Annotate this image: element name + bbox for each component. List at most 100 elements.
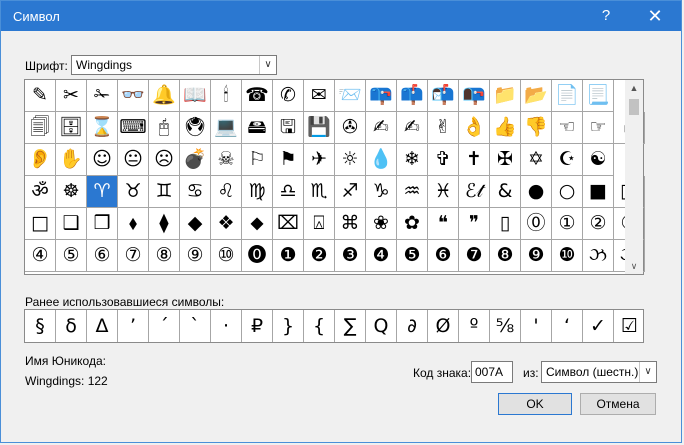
chevron-down-icon[interactable]: ∨ (259, 56, 276, 74)
recent-symbol[interactable]: º (459, 310, 490, 342)
recent-symbol[interactable]: { (304, 310, 335, 342)
symbol-cell[interactable]: 🖲 (180, 112, 211, 144)
symbol-cell[interactable]: ☞ (583, 112, 614, 144)
recent-symbol[interactable]: ∂ (397, 310, 428, 342)
symbol-cell[interactable]: ✎ (25, 80, 56, 112)
symbol-cell[interactable]: 📭 (459, 80, 490, 112)
symbol-cell[interactable]: ✂ (56, 80, 87, 112)
symbol-cell[interactable]: ● (521, 176, 552, 208)
recent-symbol[interactable]: ∑ (335, 310, 366, 342)
symbol-cell[interactable]: ☸ (56, 176, 87, 208)
symbol-cell[interactable]: ♌ (211, 176, 242, 208)
symbol-cell[interactable]: ✠ (490, 144, 521, 176)
symbol-cell[interactable]: ♍ (242, 176, 273, 208)
symbol-cell[interactable]: ④ (25, 240, 56, 272)
recent-symbol[interactable]: } (273, 310, 304, 342)
symbol-cell[interactable]: ☪ (552, 144, 583, 176)
symbol-cell[interactable]: ◆ (180, 208, 211, 240)
symbol-cell[interactable]: ✞ (428, 144, 459, 176)
symbol-cell[interactable]: ♒ (397, 176, 428, 208)
symbol-cell[interactable]: ⚐ (242, 144, 273, 176)
scroll-down-icon[interactable]: ∨ (625, 258, 643, 274)
symbol-cell[interactable]: ⑩ (211, 240, 242, 272)
symbol-cell[interactable]: ❻ (428, 240, 459, 272)
symbol-cell[interactable]: ✡ (521, 144, 552, 176)
symbol-cell[interactable]: ⌨ (118, 112, 149, 144)
symbol-cell[interactable]: & (490, 176, 521, 208)
recent-symbol[interactable]: ✓ (583, 310, 614, 342)
symbol-cell[interactable]: ❼ (459, 240, 490, 272)
symbol-cell[interactable]: 🗐 (25, 112, 56, 144)
symbol-cell[interactable]: 📁 (490, 80, 521, 112)
symbol-cell[interactable]: ♑ (366, 176, 397, 208)
symbol-cell[interactable]: 📪 (366, 80, 397, 112)
symbol-grid[interactable]: ✎✂✁👓🔔📖🕯☎✆✉📨📪📫📬📭📁📂📄📃🗐🗄⌛⌨🖰🖲💻🖴🖫💾✇✍✍✌👌👍👎☜☞☝👂… (24, 79, 645, 275)
symbol-cell[interactable]: 📂 (521, 80, 552, 112)
symbol-cell[interactable]: 💧 (366, 144, 397, 176)
symbol-cell[interactable]: ✍ (366, 112, 397, 144)
symbol-cell[interactable]: ❝ (428, 208, 459, 240)
symbol-cell[interactable]: 🗄 (56, 112, 87, 144)
ok-button[interactable]: OK (498, 393, 572, 415)
symbol-cell[interactable]: ☼ (335, 144, 366, 176)
symbol-cell[interactable]: ⓪ (521, 208, 552, 240)
recent-symbol[interactable]: ' (521, 310, 552, 342)
symbol-cell[interactable]: ❹ (366, 240, 397, 272)
symbol-cell[interactable]: ⑧ (149, 240, 180, 272)
symbol-cell[interactable]: ♏ (304, 176, 335, 208)
symbol-cell[interactable]: ♊ (149, 176, 180, 208)
chevron-down-icon[interactable]: ∨ (639, 362, 656, 382)
symbol-cell[interactable]: 💻 (211, 112, 242, 144)
symbol-cell[interactable]: ❷ (304, 240, 335, 272)
symbol-cell[interactable]: ☺ (87, 144, 118, 176)
symbol-cell[interactable]: ① (552, 208, 583, 240)
recent-symbol[interactable]: δ (56, 310, 87, 342)
symbol-cell[interactable]: ✌ (428, 112, 459, 144)
recent-symbol[interactable]: Δ (87, 310, 118, 342)
symbol-cell[interactable]: 📬 (428, 80, 459, 112)
symbol-cell[interactable]: ❞ (459, 208, 490, 240)
help-button[interactable]: ? (589, 4, 623, 28)
symbol-cell[interactable]: ⑤ (56, 240, 87, 272)
symbol-cell[interactable]: 👓 (118, 80, 149, 112)
symbol-cell[interactable]: ✋ (56, 144, 87, 176)
symbol-cell[interactable]: 💣 (180, 144, 211, 176)
symbol-cell[interactable]: ❾ (521, 240, 552, 272)
recent-symbol[interactable]: ☑ (614, 310, 645, 342)
recent-symbol[interactable]: Ø (428, 310, 459, 342)
symbol-cell[interactable]: ⬥ (242, 208, 273, 240)
symbol-cell[interactable]: 👎 (521, 112, 552, 144)
symbol-cell[interactable]: ☜ (552, 112, 583, 144)
recent-symbol[interactable]: Ԛ (366, 310, 397, 342)
symbol-cell[interactable]: ⍓ (304, 208, 335, 240)
symbol-cell[interactable]: ❿ (552, 240, 583, 272)
symbol-cell[interactable]: ❄ (397, 144, 428, 176)
symbol-cell[interactable]: ♋ (180, 176, 211, 208)
symbol-cell[interactable]: ॐ (25, 176, 56, 208)
symbol-cell[interactable]: ♉ (118, 176, 149, 208)
symbol-cell[interactable]: □ (25, 208, 56, 240)
symbol-cell[interactable]: ✁ (87, 80, 118, 112)
symbol-cell[interactable]: ❖ (211, 208, 242, 240)
symbol-cell[interactable]: ⌛ (87, 112, 118, 144)
symbol-cell[interactable]: 👂 (25, 144, 56, 176)
symbol-cell[interactable]: ✈ (304, 144, 335, 176)
cancel-button[interactable]: Отмена (580, 393, 656, 415)
symbol-cell[interactable]: ☎ (242, 80, 273, 112)
grid-scrollbar[interactable]: ▲ ∨ (625, 80, 643, 274)
symbol-cell[interactable]: ⑨ (180, 240, 211, 272)
symbol-cell[interactable]: ✿ (397, 208, 428, 240)
recent-symbol[interactable]: ` (180, 310, 211, 342)
symbol-cell[interactable]: 🖴 (242, 112, 273, 144)
symbol-cell[interactable]: ○ (552, 176, 583, 208)
symbol-cell[interactable]: ☠ (211, 144, 242, 176)
symbol-cell[interactable]: ▯ (490, 208, 521, 240)
symbol-cell[interactable]: 🕯 (211, 80, 242, 112)
symbol-cell[interactable]: 🖰 (149, 112, 180, 144)
symbol-cell[interactable]: ☹ (149, 144, 180, 176)
symbol-cell[interactable]: ❺ (397, 240, 428, 272)
recent-symbol[interactable]: ´ (149, 310, 180, 342)
symbol-cell[interactable]: 👍 (490, 112, 521, 144)
symbol-cell[interactable]: 🖫 (273, 112, 304, 144)
symbol-cell[interactable]: 📨 (335, 80, 366, 112)
